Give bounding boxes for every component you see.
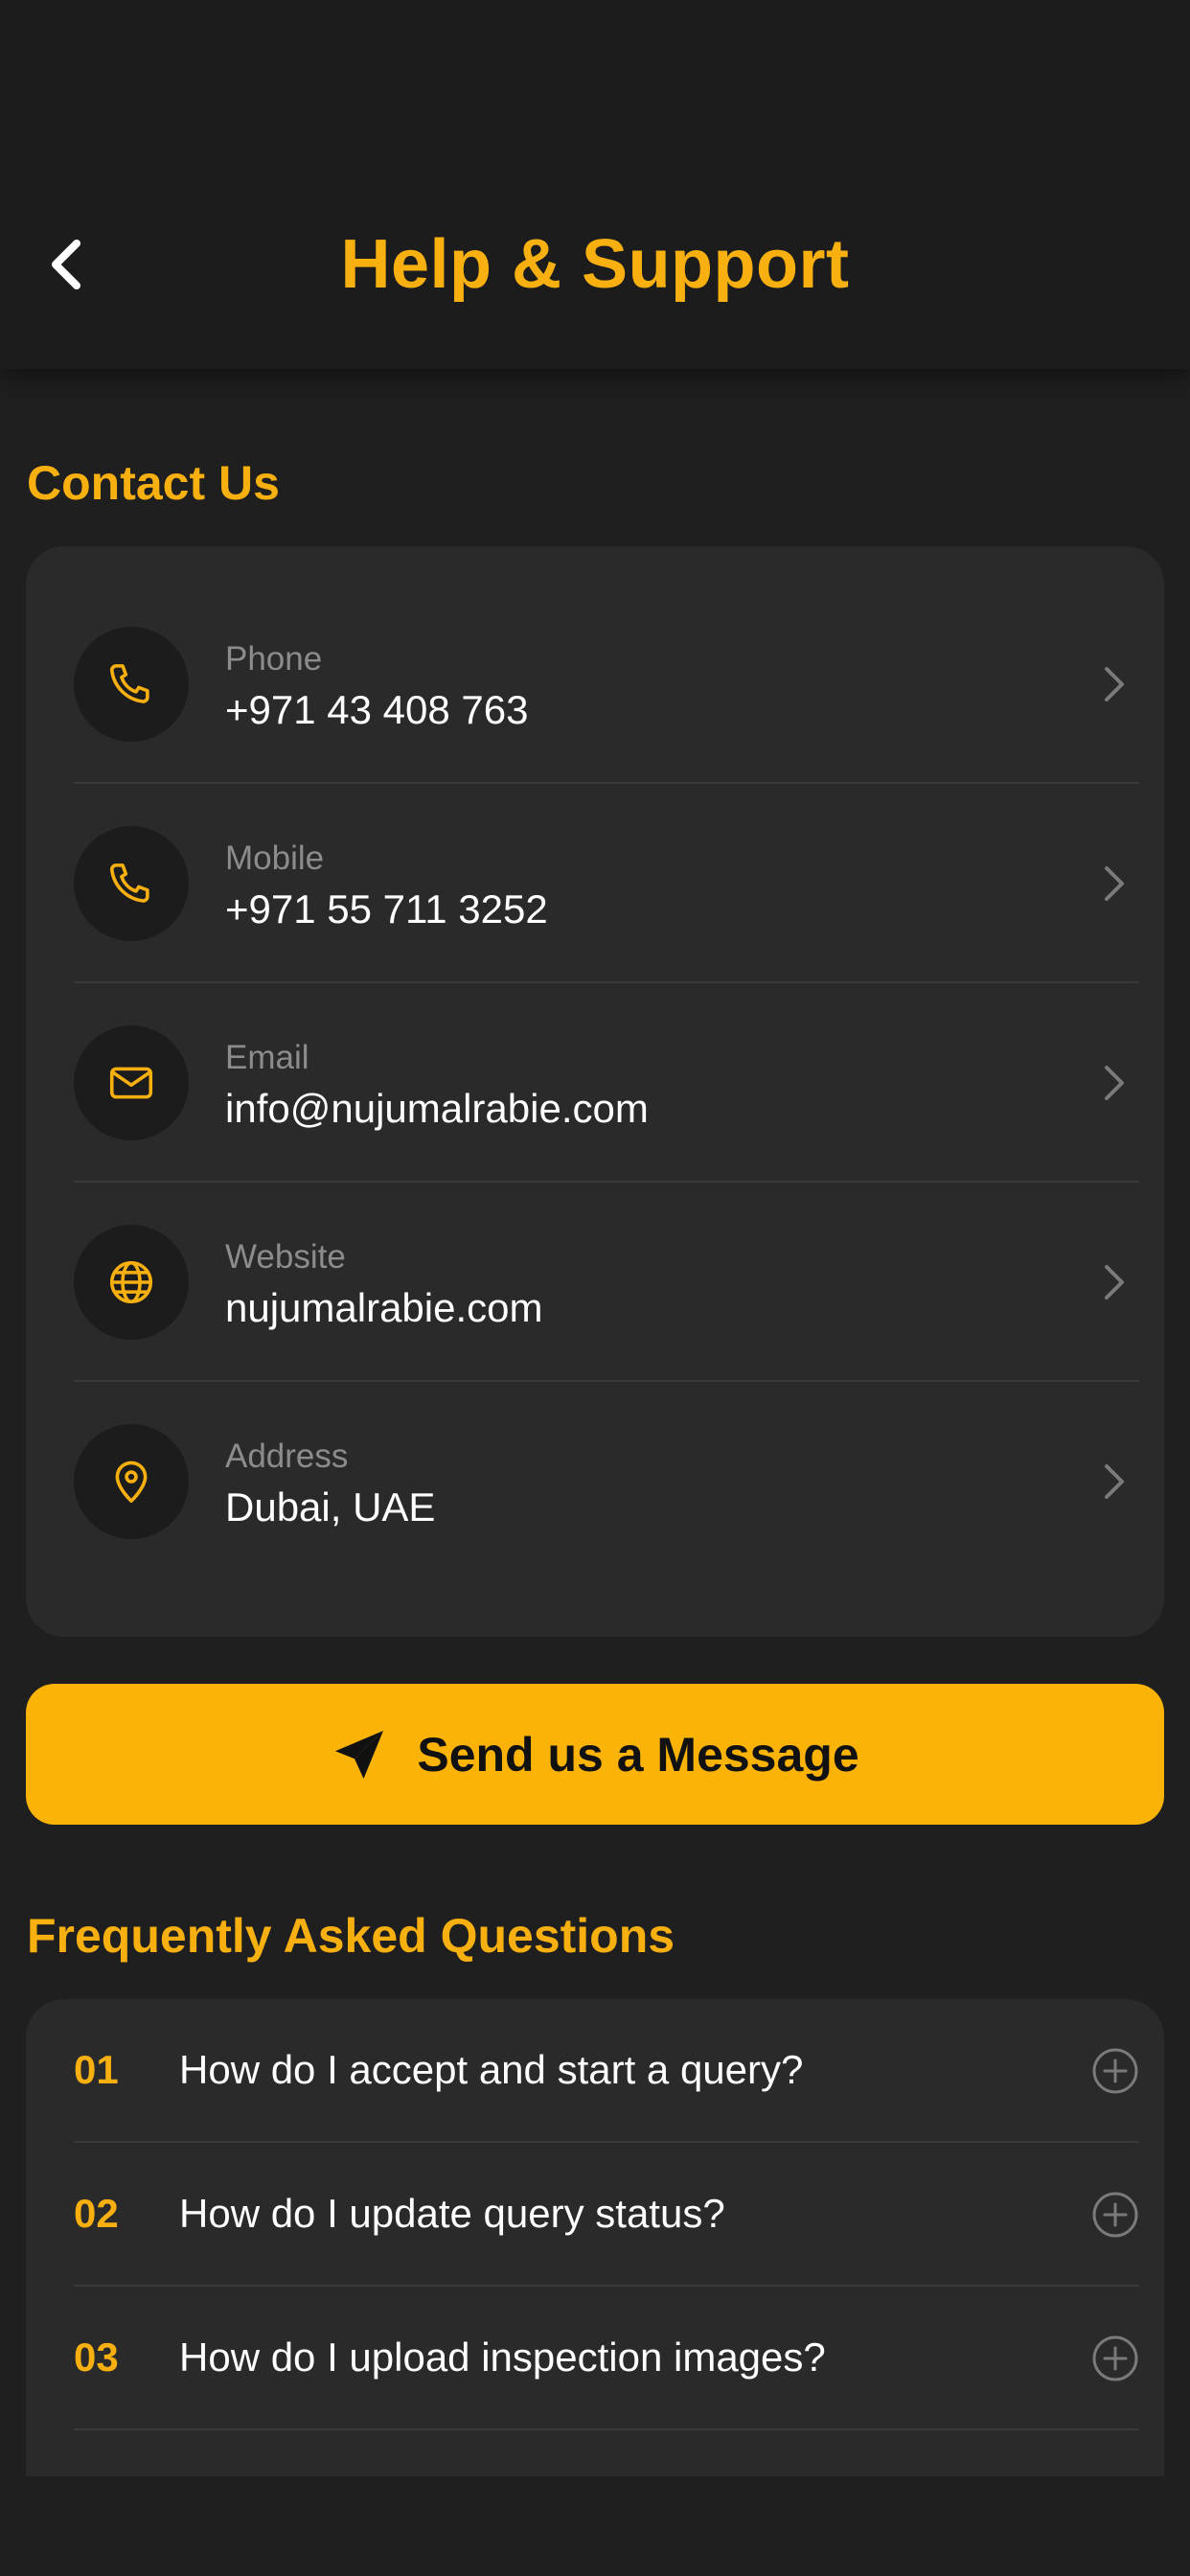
faq-item[interactable]: 01 How do I accept and start a query?: [74, 1999, 1139, 2143]
contact-label: Address: [225, 1438, 349, 1475]
phone-icon-badge: [74, 826, 189, 941]
faq-number: 01: [74, 2047, 119, 2092]
contact-row-website[interactable]: Website nujumalrabie.com: [74, 1183, 1139, 1382]
contact-card: Phone +971 43 408 763 Mobile +971 55 711…: [26, 546, 1164, 1637]
contact-label: Phone: [225, 640, 323, 678]
page-title: Help & Support: [340, 226, 850, 303]
location-icon-badge: [74, 1424, 189, 1539]
contact-label: Email: [225, 1039, 309, 1076]
contact-value: info@nujumalrabie.com: [225, 1086, 649, 1131]
help-support-screen: Help & Support Contact Us Phone +971 43 …: [0, 0, 1190, 2576]
location-pin-icon: [115, 1460, 148, 1504]
plus-circle-icon[interactable]: [1091, 2191, 1139, 2239]
contact-value: +971 43 408 763: [225, 687, 529, 732]
contact-row-mobile[interactable]: Mobile +971 55 711 3252: [74, 784, 1139, 983]
chevron-right-icon: [1095, 1259, 1133, 1305]
contact-label: Website: [225, 1238, 346, 1276]
app-header: Help & Support: [0, 0, 1190, 369]
chevron-right-icon: [1095, 661, 1133, 707]
phone-icon-badge: [74, 627, 189, 742]
send-message-label: Send us a Message: [417, 1727, 859, 1782]
faq-question: How do I upload inspection images?: [179, 2334, 826, 2380]
phone-icon: [109, 863, 149, 903]
globe-icon: [109, 1260, 153, 1304]
chevron-right-icon: [1095, 861, 1133, 907]
chevron-right-icon: [1095, 1459, 1133, 1505]
contact-value: Dubai, UAE: [225, 1484, 436, 1530]
send-message-button[interactable]: Send us a Message: [26, 1684, 1164, 1825]
divider: [74, 2428, 1139, 2430]
faq-item[interactable]: 02 How do I update query status?: [74, 2143, 1139, 2287]
contact-row-email[interactable]: Email info@nujumalrabie.com: [74, 983, 1139, 1183]
contact-section-title: Contact Us: [27, 456, 280, 510]
plus-circle-icon[interactable]: [1091, 2047, 1139, 2095]
chevron-right-icon: [1095, 1060, 1133, 1106]
globe-icon-badge: [74, 1225, 189, 1340]
contact-value: nujumalrabie.com: [225, 1285, 543, 1330]
contact-row-address[interactable]: Address Dubai, UAE: [74, 1382, 1139, 1581]
faq-number: 03: [74, 2334, 119, 2380]
faq-question: How do I update query status?: [179, 2191, 725, 2236]
mail-icon-badge: [74, 1025, 189, 1140]
mail-icon: [109, 1067, 153, 1099]
faq-item[interactable]: 03 How do I upload inspection images?: [74, 2287, 1139, 2430]
faq-question: How do I accept and start a query?: [179, 2047, 804, 2092]
faq-section-title: Frequently Asked Questions: [27, 1909, 675, 1963]
contact-label: Mobile: [225, 840, 325, 877]
phone-icon: [109, 664, 149, 703]
faq-number: 02: [74, 2191, 119, 2236]
contact-value: +971 55 711 3252: [225, 886, 548, 932]
send-icon: [335, 1730, 384, 1779]
bottom-safe-area: [0, 2476, 1190, 2576]
contact-row-phone[interactable]: Phone +971 43 408 763: [74, 585, 1139, 784]
plus-circle-icon[interactable]: [1091, 2334, 1139, 2382]
